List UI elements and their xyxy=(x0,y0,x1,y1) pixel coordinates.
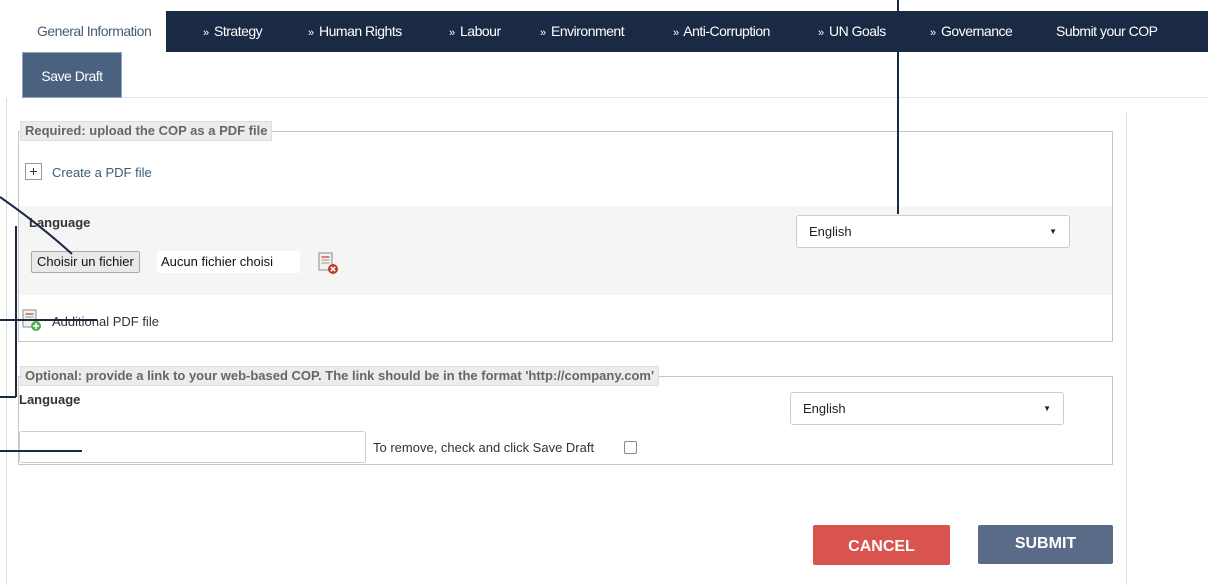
cancel-button[interactable]: CANCEL xyxy=(813,525,950,565)
required-section-legend: Required: upload the COP as a PDF file xyxy=(20,121,273,141)
divider xyxy=(6,98,7,585)
optional-section-legend: Optional: provide a link to your web-bas… xyxy=(20,366,660,386)
tab-label: Anti-Corruption xyxy=(683,23,770,39)
tab-submit-your-cop[interactable]: Submit your COP xyxy=(1056,11,1158,52)
chevron-right-icon: » xyxy=(673,27,679,39)
dropdown-arrow-icon: ▼ xyxy=(1043,404,1051,413)
tab-governance[interactable]: » Governance xyxy=(930,11,1013,52)
dropdown-arrow-icon: ▼ xyxy=(1049,227,1057,236)
divider xyxy=(1126,112,1127,585)
tab-label: Labour xyxy=(460,23,501,39)
link-language-select[interactable]: English ▼ xyxy=(790,392,1064,425)
chevron-right-icon: » xyxy=(203,27,209,39)
remove-link-label: To remove, check and click Save Draft xyxy=(373,440,595,455)
chevron-right-icon: » xyxy=(540,27,546,39)
tab-environment[interactable]: » Environment xyxy=(540,11,625,52)
language-label: Language xyxy=(19,392,81,407)
chevron-right-icon: » xyxy=(449,27,455,39)
remove-document-icon[interactable] xyxy=(317,252,341,276)
tab-labour[interactable]: » Labour xyxy=(449,11,501,52)
create-pdf-link[interactable]: Create a PDF file xyxy=(52,165,152,180)
tab-label: Strategy xyxy=(214,23,263,39)
tab-label: Governance xyxy=(941,23,1013,39)
tab-human-rights[interactable]: » Human Rights xyxy=(308,11,402,52)
chevron-right-icon: » xyxy=(308,27,314,39)
tab-general-information[interactable]: General Information xyxy=(22,11,167,52)
submit-button[interactable]: SUBMIT xyxy=(978,525,1113,564)
file-status-text: Aucun fichier choisi xyxy=(157,251,300,273)
tab-label: Environment xyxy=(551,23,625,39)
chevron-right-icon: » xyxy=(818,27,824,39)
select-value: English xyxy=(803,401,846,416)
tab-label: UN Goals xyxy=(829,23,886,39)
remove-link-checkbox[interactable] xyxy=(624,441,637,454)
tab-strategy[interactable]: » Strategy xyxy=(203,11,263,52)
expand-toggle[interactable]: + xyxy=(25,163,42,180)
save-draft-button[interactable]: Save Draft xyxy=(22,52,122,98)
tab-anti-corruption[interactable]: » Anti-Corruption xyxy=(673,11,770,52)
choose-file-button[interactable]: Choisir un fichier xyxy=(31,251,140,273)
add-document-icon[interactable] xyxy=(21,309,45,333)
web-cop-link-input[interactable] xyxy=(19,431,366,463)
pdf-language-select[interactable]: English ▼ xyxy=(796,215,1070,248)
tab-un-goals[interactable]: » UN Goals xyxy=(818,11,886,52)
language-label: Language xyxy=(29,215,91,230)
tab-label: Human Rights xyxy=(319,23,402,39)
chevron-right-icon: » xyxy=(930,27,936,39)
additional-pdf-link[interactable]: Additional PDF file xyxy=(52,314,159,329)
divider xyxy=(122,97,1208,98)
select-value: English xyxy=(809,224,852,239)
cop-submission-page: General Information » Strategy » Human R… xyxy=(0,0,1208,585)
